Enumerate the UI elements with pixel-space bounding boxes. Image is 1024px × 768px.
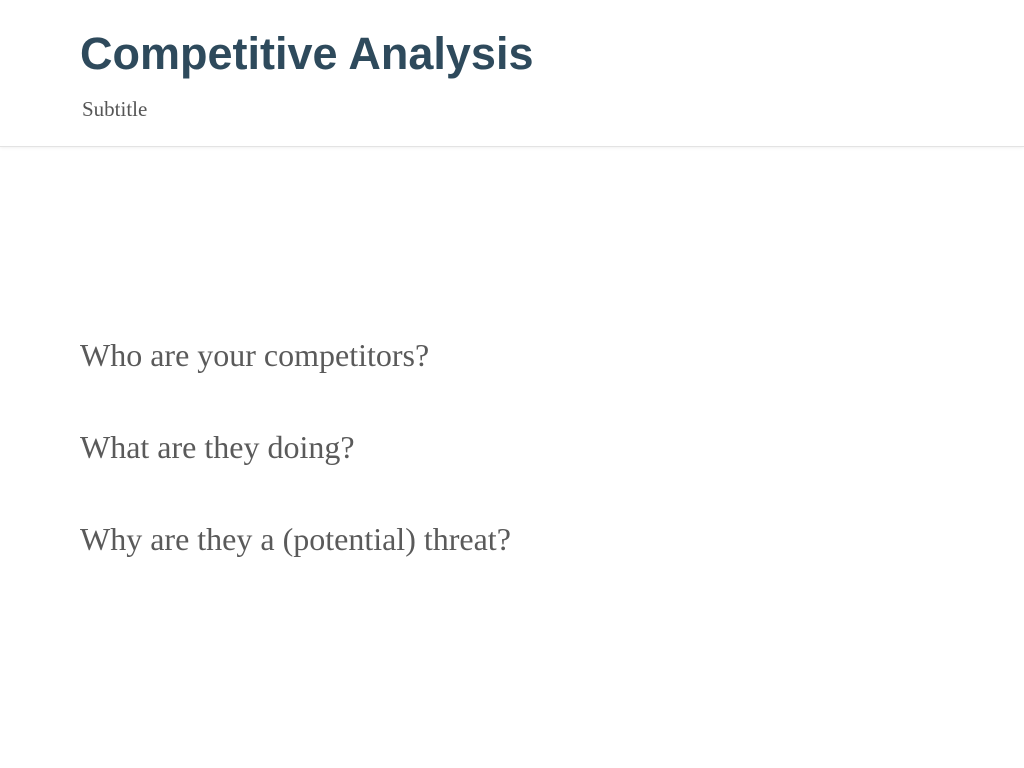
body-line-activities: What are they doing? xyxy=(80,429,355,465)
body-line-competitors: Who are your competitors? xyxy=(80,337,430,373)
slide-subtitle: Subtitle xyxy=(82,97,148,121)
body-line-threat: Why are they a (potential) threat? xyxy=(80,521,511,557)
slide-title: Competitive Analysis xyxy=(80,28,534,79)
slide-header: Competitive Analysis Subtitle xyxy=(0,0,1024,147)
slide-body: Who are your competitors? What are they … xyxy=(80,338,940,614)
slide: Competitive Analysis Subtitle Who are yo… xyxy=(0,0,1024,768)
